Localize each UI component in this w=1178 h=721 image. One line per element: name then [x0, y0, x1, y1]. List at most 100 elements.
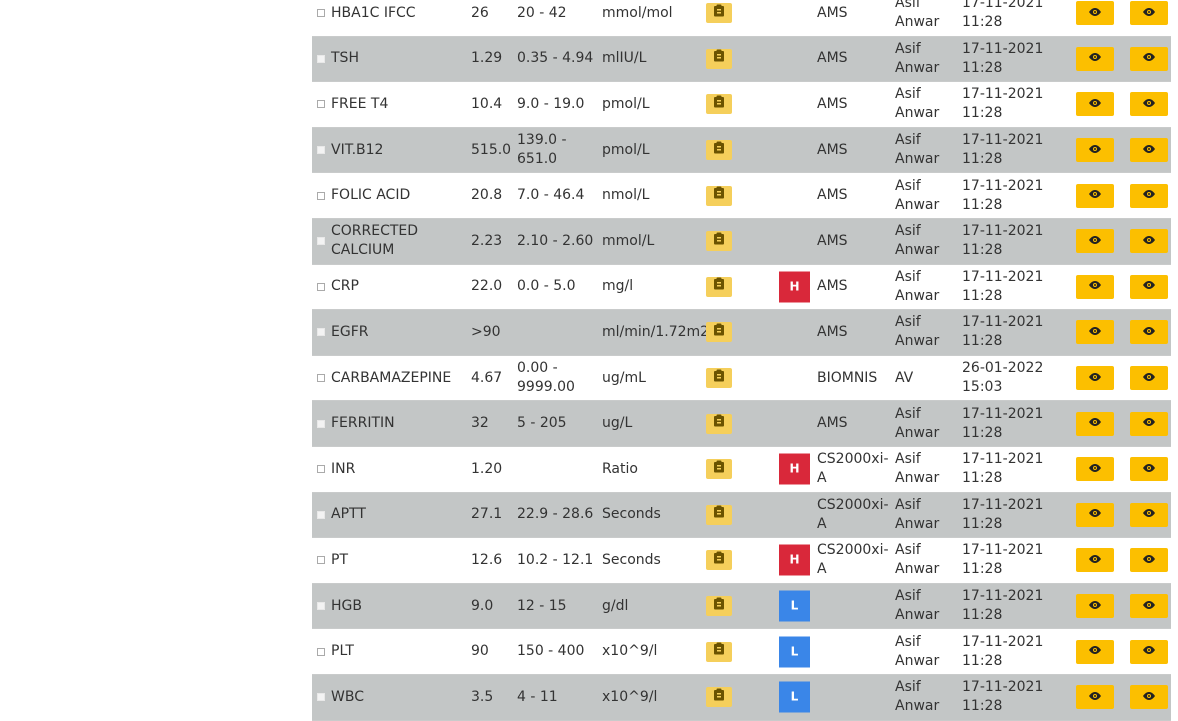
machine: AMS: [817, 4, 848, 21]
view-history-button[interactable]: [1130, 457, 1168, 482]
reference-range: 150 - 400: [517, 643, 585, 660]
unit: mg/l: [602, 278, 634, 295]
view-history-button[interactable]: [1130, 1, 1168, 26]
row-checkbox[interactable]: [317, 146, 325, 155]
report-button[interactable]: [706, 368, 732, 389]
unit: pmol/L: [602, 95, 650, 112]
flag-badge: L: [779, 636, 810, 668]
report-button[interactable]: [706, 231, 732, 252]
view-history-button[interactable]: [1130, 138, 1168, 163]
row-checkbox[interactable]: [317, 602, 325, 611]
report-button[interactable]: [706, 596, 732, 617]
view-button[interactable]: [1076, 639, 1114, 664]
date: 17-11-2021 11:28: [962, 679, 1044, 715]
view-history-button[interactable]: [1130, 594, 1168, 619]
view-history-button[interactable]: [1130, 685, 1168, 710]
view-button[interactable]: [1076, 229, 1114, 254]
user: Asif Anwar: [895, 405, 940, 441]
view-button[interactable]: [1076, 366, 1114, 391]
row-checkbox[interactable]: [317, 693, 325, 702]
report-button[interactable]: [706, 641, 732, 662]
clipboard-icon: [713, 369, 725, 388]
row-checkbox[interactable]: [317, 191, 325, 200]
view-history-button[interactable]: [1130, 411, 1168, 436]
row-checkbox[interactable]: [317, 9, 325, 18]
view-history-button[interactable]: [1130, 548, 1168, 573]
test-name: PLT: [331, 643, 354, 660]
view-history-button[interactable]: [1130, 320, 1168, 345]
view-button[interactable]: [1076, 685, 1114, 710]
view-button[interactable]: [1076, 320, 1114, 345]
view-history-button[interactable]: [1130, 366, 1168, 391]
table-row: FREE T4 10.4 9.0 - 19.0 pmol/L AMS Asif Anwar…: [312, 82, 1171, 128]
view-button[interactable]: [1076, 274, 1114, 299]
view-button[interactable]: [1076, 502, 1114, 527]
clipboard-icon: [713, 505, 725, 524]
test-name: WBC: [331, 688, 364, 705]
row-checkbox[interactable]: [317, 54, 325, 63]
report-button[interactable]: [706, 459, 732, 480]
report-button[interactable]: [706, 322, 732, 343]
row-checkbox[interactable]: [317, 237, 325, 246]
table-row: HBA1C IFCC 26 20 - 42 mmol/mol AMS Asif Anwar…: [312, 0, 1171, 37]
test-name: APTT: [331, 506, 366, 523]
report-button[interactable]: [706, 3, 732, 24]
report-button[interactable]: [706, 140, 732, 161]
user: Asif Anwar: [895, 679, 940, 715]
report-button[interactable]: [706, 48, 732, 69]
user: Asif Anwar: [895, 0, 940, 31]
row-checkbox[interactable]: [317, 647, 325, 656]
view-button[interactable]: [1076, 594, 1114, 619]
view-history-button[interactable]: [1130, 502, 1168, 527]
result-value: 22.0: [471, 278, 503, 295]
row-checkbox[interactable]: [317, 419, 325, 428]
eye-icon: [1142, 4, 1156, 23]
view-history-button[interactable]: [1130, 639, 1168, 664]
report-button[interactable]: [706, 413, 732, 434]
report-button[interactable]: [706, 94, 732, 115]
report-button[interactable]: [706, 185, 732, 206]
view-button[interactable]: [1076, 46, 1114, 71]
view-button[interactable]: [1076, 1, 1114, 26]
table-row: PLT 90 150 - 400 x10^9/l L Asif Anwar 17-11-20…: [312, 629, 1171, 675]
eye-icon: [1088, 460, 1102, 479]
row-checkbox[interactable]: [317, 556, 325, 565]
clipboard-icon: [713, 277, 725, 296]
result-value: 27.1: [471, 506, 503, 523]
row-checkbox[interactable]: [317, 374, 325, 383]
table-row: PT 12.6 10.2 - 12.1 Seconds H CS2000xi-A Asif …: [312, 538, 1171, 584]
report-button[interactable]: [706, 276, 732, 297]
view-history-button[interactable]: [1130, 274, 1168, 299]
eye-icon: [1088, 642, 1102, 661]
view-button[interactable]: [1076, 411, 1114, 436]
view-history-button[interactable]: [1130, 183, 1168, 208]
row-checkbox[interactable]: [317, 465, 325, 474]
machine: AMS: [817, 95, 848, 112]
clipboard-icon: [713, 95, 725, 114]
report-button[interactable]: [706, 504, 732, 525]
row-checkbox[interactable]: [317, 282, 325, 291]
eye-icon: [1088, 505, 1102, 524]
machine: CS2000xi-A: [817, 542, 889, 578]
view-history-button[interactable]: [1130, 229, 1168, 254]
report-button[interactable]: [706, 687, 732, 708]
eye-icon: [1142, 414, 1156, 433]
view-button[interactable]: [1076, 92, 1114, 117]
row-checkbox[interactable]: [317, 100, 325, 109]
view-history-button[interactable]: [1130, 46, 1168, 71]
row-checkbox[interactable]: [317, 510, 325, 519]
view-button[interactable]: [1076, 457, 1114, 482]
user: Asif Anwar: [895, 496, 940, 532]
user: Asif Anwar: [895, 132, 940, 168]
table-row: CARBAMAZEPINE 4.67 0.00 - 9999.00 ug/mL BIOM…: [312, 355, 1171, 402]
unit: mmol/L: [602, 232, 655, 249]
view-button[interactable]: [1076, 138, 1114, 163]
date: 17-11-2021 11:28: [962, 40, 1044, 76]
report-button[interactable]: [706, 550, 732, 571]
row-checkbox[interactable]: [317, 328, 325, 337]
view-button[interactable]: [1076, 183, 1114, 208]
view-history-button[interactable]: [1130, 92, 1168, 117]
flag-badge: H: [779, 544, 810, 576]
view-button[interactable]: [1076, 548, 1114, 573]
result-value: 3.5: [471, 688, 494, 705]
